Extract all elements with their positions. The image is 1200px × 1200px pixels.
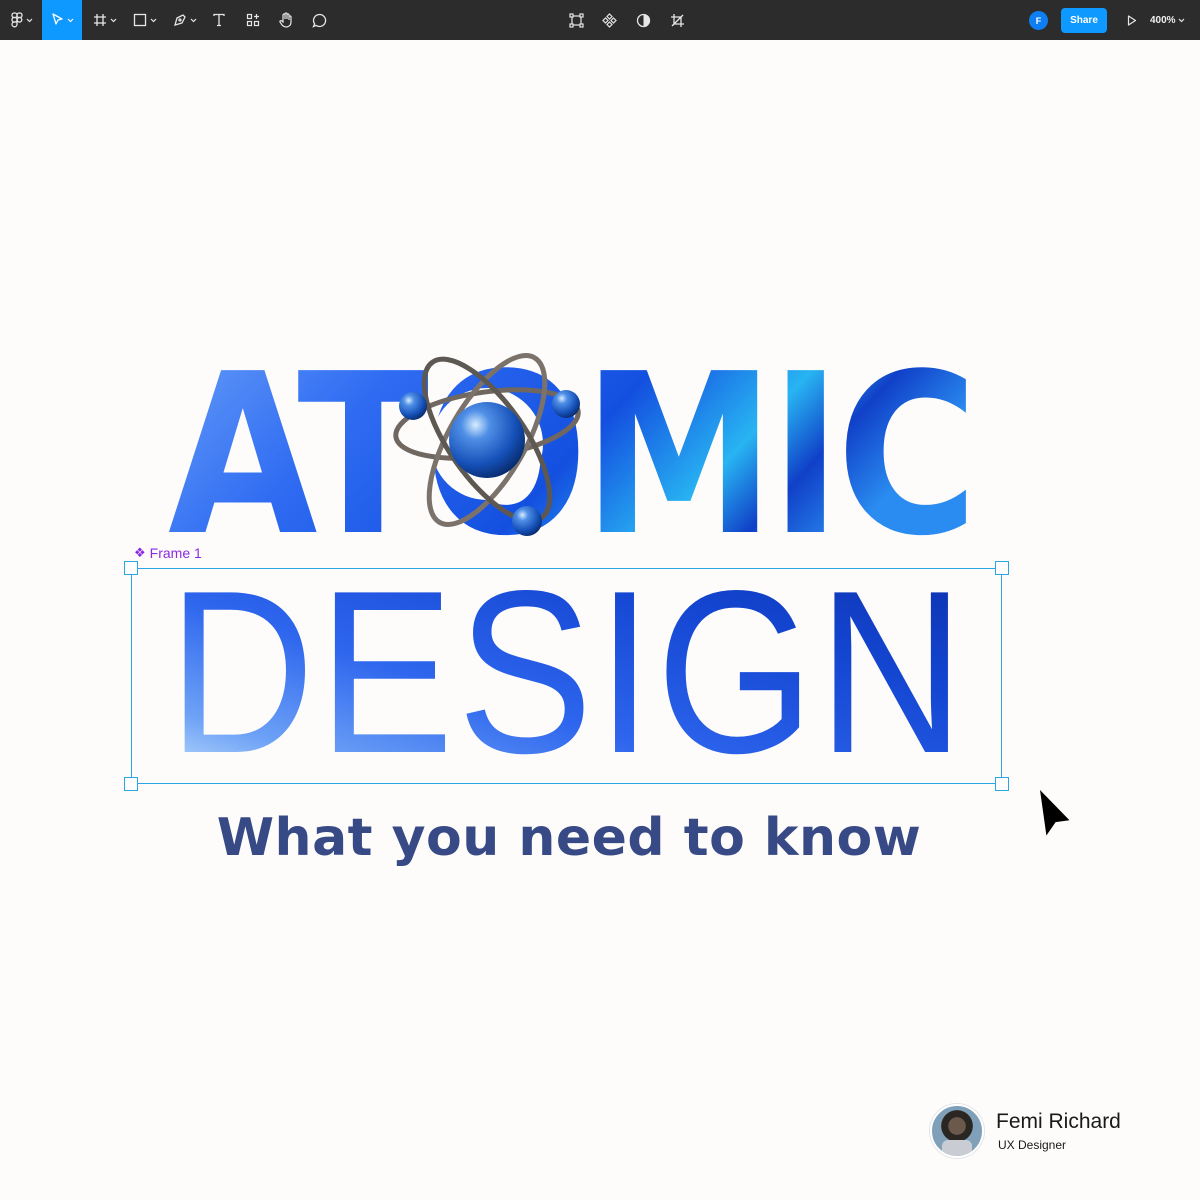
resize-handle-top-right[interactable] xyxy=(995,561,1009,575)
user-avatar[interactable]: F xyxy=(1029,11,1048,30)
toolbar: F Share 400% xyxy=(0,0,1200,40)
present-button[interactable] xyxy=(1122,0,1142,40)
canvas-artwork: ATOMIC DESIGN xyxy=(168,327,979,802)
component-button[interactable] xyxy=(598,0,620,40)
hand-icon xyxy=(278,12,292,28)
chevron-down-icon xyxy=(1178,18,1185,22)
figma-logo-icon xyxy=(11,12,23,28)
rectangle-icon xyxy=(133,13,147,27)
headline-design: DESIGN xyxy=(168,543,968,802)
text-icon xyxy=(213,13,225,27)
chevron-down-icon xyxy=(26,18,33,22)
mouse-cursor-icon xyxy=(1040,790,1070,836)
main-menu-button[interactable] xyxy=(6,0,38,40)
frame-label[interactable]: ❖ Frame 1 xyxy=(134,545,202,561)
shape-tool-button[interactable] xyxy=(128,0,162,40)
chevron-down-icon xyxy=(190,18,197,22)
transform-icon xyxy=(568,12,584,28)
mask-button[interactable] xyxy=(632,0,654,40)
comment-icon xyxy=(311,13,326,28)
comment-tool-button[interactable] xyxy=(308,0,330,40)
author-role: UX Designer xyxy=(998,1138,1067,1152)
zoom-level: 400% xyxy=(1150,14,1176,26)
frame-hash-icon xyxy=(94,14,106,26)
author-name: Femi Richard xyxy=(996,1110,1121,1133)
resources-icon xyxy=(246,13,260,27)
chevron-down-icon xyxy=(67,18,73,22)
crop-icon xyxy=(670,13,684,27)
author-card: Femi Richard UX Designer xyxy=(930,1096,1150,1166)
move-arrow-icon xyxy=(51,13,63,25)
play-icon xyxy=(1127,14,1137,26)
resize-handle-bottom-right[interactable] xyxy=(995,777,1009,791)
pen-icon xyxy=(174,14,186,26)
resize-handle-bottom-left[interactable] xyxy=(124,777,138,791)
frame-tool-button[interactable] xyxy=(88,0,122,40)
move-tool-button[interactable] xyxy=(42,0,82,40)
contrast-icon xyxy=(636,13,650,27)
subtitle: What you need to know xyxy=(216,808,922,868)
pen-tool-button[interactable] xyxy=(168,0,202,40)
chevron-down-icon xyxy=(110,18,117,22)
component-icon xyxy=(601,12,617,28)
resize-handle-top-left[interactable] xyxy=(124,561,138,575)
transform-button[interactable] xyxy=(565,0,587,40)
hand-tool-button[interactable] xyxy=(275,0,297,40)
frame-label-text: Frame 1 xyxy=(149,545,202,561)
share-button[interactable]: Share xyxy=(1061,8,1107,33)
crop-button[interactable] xyxy=(666,0,688,40)
component-icon: ❖ xyxy=(134,545,146,560)
chevron-down-icon xyxy=(150,18,157,22)
text-tool-button[interactable] xyxy=(208,0,230,40)
resources-tool-button[interactable] xyxy=(242,0,264,40)
zoom-level-dropdown[interactable]: 400% xyxy=(1150,0,1185,40)
avatar xyxy=(930,1104,984,1158)
